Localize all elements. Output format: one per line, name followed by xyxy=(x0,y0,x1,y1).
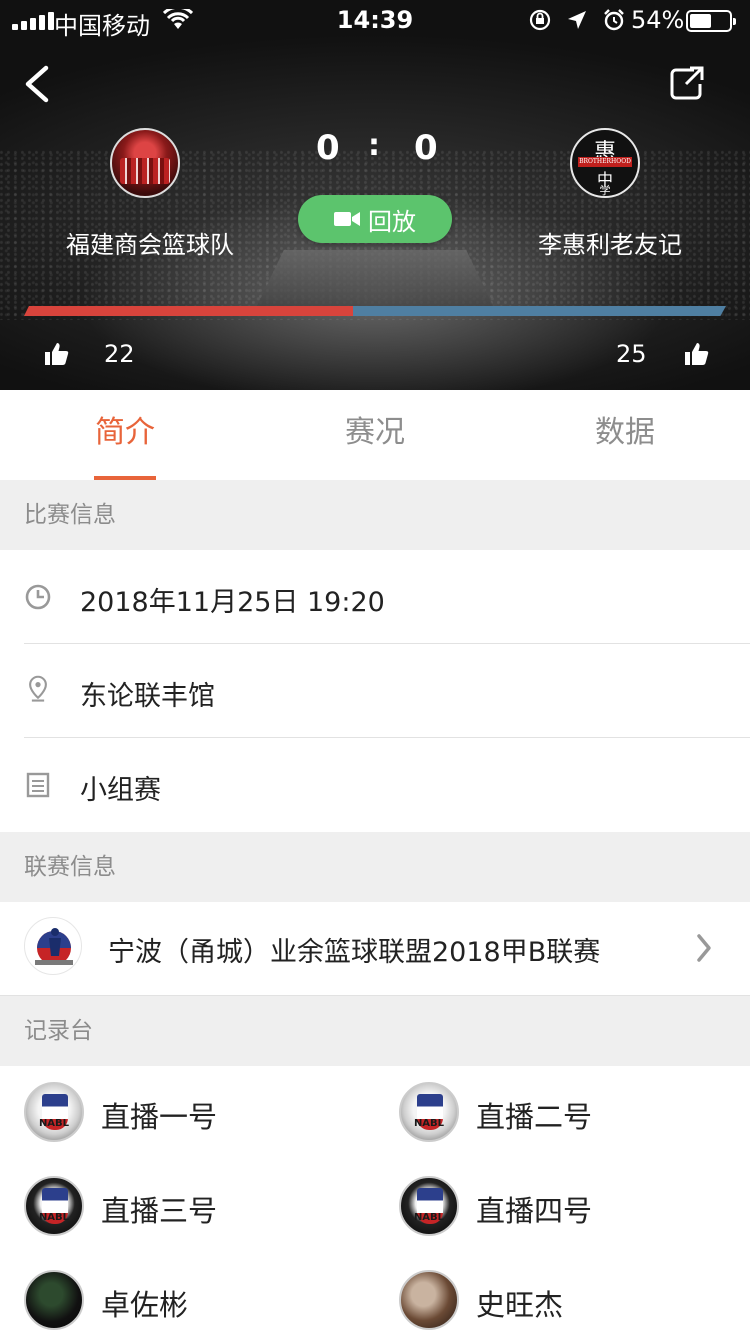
replay-label: 回放 xyxy=(368,207,416,236)
league-logo xyxy=(24,917,82,975)
match-datetime: 2018年11月25日 19:20 xyxy=(80,587,385,618)
video-camera-icon xyxy=(334,212,360,226)
vote-ratio-bar xyxy=(24,306,726,316)
recorder-name: 直播四号 xyxy=(476,1194,593,1228)
avatar xyxy=(24,1270,84,1330)
home-score: 0 xyxy=(316,128,340,168)
tab-bar: 简介 赛况 数据 xyxy=(0,390,750,480)
alarm-icon xyxy=(604,9,624,31)
battery-icon xyxy=(686,10,736,32)
chevron-right-icon[interactable] xyxy=(694,932,714,964)
recorders-header: 记录台 xyxy=(0,996,750,1066)
match-stage-row: 小组赛 xyxy=(0,738,750,832)
match-venue-row: 东论联丰馆 xyxy=(0,644,750,738)
tab-game-status[interactable]: 赛况 xyxy=(250,390,500,480)
away-like-count: 25 xyxy=(616,340,647,368)
replay-button[interactable]: 回放 xyxy=(298,195,452,243)
clock-icon xyxy=(25,584,51,610)
match-info-header: 比赛信息 xyxy=(0,480,750,550)
home-like-count: 22 xyxy=(104,340,135,368)
away-like-icon[interactable] xyxy=(684,341,710,367)
battery-percent: 54% xyxy=(631,6,685,34)
recorder-name: 史旺杰 xyxy=(476,1288,564,1322)
avatar xyxy=(399,1270,459,1330)
recorder-name: 卓佐彬 xyxy=(101,1288,189,1322)
score-separator: : xyxy=(368,128,380,163)
tab-stats[interactable]: 数据 xyxy=(500,390,750,480)
match-time-row: 2018年11月25日 19:20 xyxy=(0,550,750,644)
avatar: NABL xyxy=(399,1082,459,1142)
location-icon xyxy=(568,11,586,29)
share-button[interactable] xyxy=(666,62,708,104)
match-header: 中国移动 14:39 54% 惠 BROTHERHOOD 中 学 福建商会篮球队… xyxy=(0,0,750,390)
match-stage: 小组赛 xyxy=(80,775,161,806)
document-icon xyxy=(26,772,50,798)
tab-intro[interactable]: 简介 xyxy=(0,390,250,480)
home-team-logo[interactable] xyxy=(110,128,180,198)
away-score: 0 xyxy=(414,128,438,168)
home-like-icon[interactable] xyxy=(44,341,70,367)
away-team-logo[interactable]: 惠 BROTHERHOOD 中 学 xyxy=(570,128,640,198)
match-venue: 东论联丰馆 xyxy=(80,681,215,712)
orientation-lock-icon xyxy=(529,9,551,31)
recorder-name: 直播二号 xyxy=(476,1100,593,1134)
location-pin-icon xyxy=(29,675,47,702)
away-team-name[interactable]: 李惠利老友记 xyxy=(538,225,682,260)
avatar: NABL xyxy=(24,1176,84,1236)
avatar: NABL xyxy=(399,1176,459,1236)
recorder-name: 直播一号 xyxy=(101,1100,218,1134)
avatar: NABL xyxy=(24,1082,84,1142)
recorder-name: 直播三号 xyxy=(101,1194,218,1228)
court-background xyxy=(255,250,495,310)
league-info-header: 联赛信息 xyxy=(0,832,750,902)
league-name[interactable]: 宁波（甬城）业余篮球联盟2018甲B联赛 xyxy=(108,930,600,969)
status-bar: 中国移动 14:39 54% xyxy=(0,0,750,40)
home-vote-bar xyxy=(24,306,353,316)
home-team-name[interactable]: 福建商会篮球队 xyxy=(66,225,234,260)
back-button[interactable] xyxy=(18,62,58,106)
away-vote-bar xyxy=(353,306,726,316)
